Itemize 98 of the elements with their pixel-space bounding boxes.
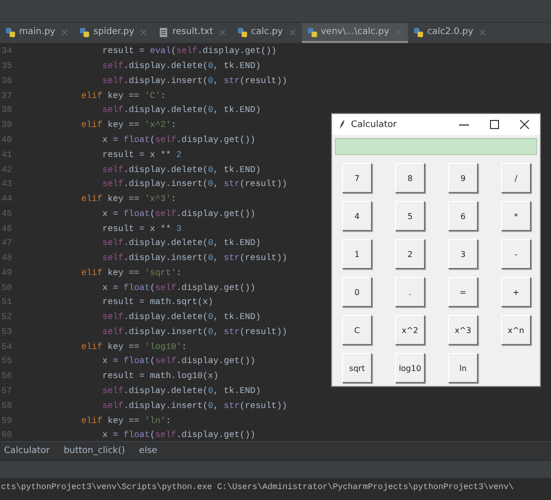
code-line: x = float(self.display.get()) xyxy=(101,282,256,293)
calculator-key[interactable]: 5 xyxy=(395,201,425,231)
calculator-key[interactable]: 9 xyxy=(448,163,478,193)
line-number: 53 xyxy=(1,326,12,337)
line-number: 41 xyxy=(1,150,12,160)
code-line: x = float(self.display.get()) xyxy=(101,356,256,366)
calculator-key[interactable]: - xyxy=(501,239,531,269)
code-line: elif key == 'ln': xyxy=(80,416,171,426)
line-number: 42 xyxy=(1,164,12,174)
code-line: x = float(self.display.get()) xyxy=(101,208,256,219)
feather-icon xyxy=(339,119,346,130)
code-line: result = x ** 3 xyxy=(101,224,182,234)
code-line: elif key == 'x^3': xyxy=(80,194,176,204)
calculator-key[interactable]: ln xyxy=(448,353,478,383)
calculator-key[interactable]: x^3 xyxy=(448,315,478,345)
editor-tab[interactable]: result.txt xyxy=(153,23,232,43)
code-line: self.display.delete(0, tk.END) xyxy=(101,105,261,116)
code-line: x = float(self.display.get()) xyxy=(101,430,256,440)
breadcrumb[interactable]: button_click() xyxy=(64,446,126,456)
line-number: 40 xyxy=(1,134,12,145)
calculator-key[interactable]: sqrt xyxy=(342,353,372,383)
close-icon[interactable] xyxy=(520,120,529,129)
code-line: self.display.delete(0, tk.END) xyxy=(101,312,261,322)
line-number: 54 xyxy=(1,342,12,352)
calculator-key[interactable]: . xyxy=(395,277,425,307)
code-line: self.display.delete(0, tk.END) xyxy=(101,61,261,72)
code-line: self.display.delete(0, tk.END) xyxy=(101,164,261,174)
line-number: 47 xyxy=(1,238,12,248)
python-file-icon xyxy=(413,26,424,38)
code-line: elif key == 'C': xyxy=(80,90,166,101)
line-number: 49 xyxy=(1,268,12,278)
line-number: 39 xyxy=(1,120,12,130)
calculator-key[interactable]: / xyxy=(501,163,531,193)
calculator-key[interactable]: = xyxy=(448,277,478,307)
line-number: 37 xyxy=(1,90,12,101)
python-file-icon xyxy=(306,26,318,38)
code-line: x = float(self.display.get()) xyxy=(101,134,256,145)
breadcrumb[interactable]: Calculator xyxy=(4,446,50,456)
line-number: 52 xyxy=(1,312,12,322)
editor-tab[interactable]: venv\...\calc.py xyxy=(302,23,408,43)
line-number: 36 xyxy=(1,76,12,86)
line-number: 56 xyxy=(1,371,12,382)
line-number: 60 xyxy=(1,430,12,440)
code-line: elif key == 'x^2': xyxy=(80,120,176,130)
display-field[interactable] xyxy=(335,138,537,155)
calculator-key[interactable]: x^n xyxy=(501,315,531,345)
code-line: result = math.log10(x) xyxy=(101,371,218,382)
python-file-icon xyxy=(5,26,16,38)
line-number: 34 xyxy=(1,46,12,56)
editor-tab[interactable]: calc2.0.py xyxy=(408,23,492,43)
maximize-icon[interactable] xyxy=(490,120,499,129)
code-line: elif key == 'sqrt': xyxy=(80,268,182,278)
calculator-key[interactable]: 1 xyxy=(342,239,372,269)
python-file-icon xyxy=(79,26,90,38)
calculator-key[interactable]: 7 xyxy=(342,163,372,193)
code-line: self.display.insert(0, str(result)) xyxy=(101,253,288,264)
line-number: 45 xyxy=(1,208,12,219)
code-line: self.display.insert(0, str(result)) xyxy=(101,179,288,190)
code-line: self.display.delete(0, tk.END) xyxy=(101,386,261,396)
line-number: 38 xyxy=(1,105,12,116)
calculator-key[interactable]: 0 xyxy=(342,277,372,307)
code-line: result = math.sqrt(x) xyxy=(101,297,214,308)
calculator-key[interactable]: 3 xyxy=(448,239,478,269)
code-line: result = eval(self.display.get()) xyxy=(101,46,277,56)
line-number: 51 xyxy=(1,297,12,308)
line-number: 46 xyxy=(1,224,12,234)
code-line: elif key == 'log10': xyxy=(80,342,187,352)
calculator-key[interactable]: 8 xyxy=(395,163,425,193)
line-number: 59 xyxy=(1,416,12,426)
line-number: 43 xyxy=(1,179,12,190)
line-number: 48 xyxy=(1,253,12,264)
editor-tab[interactable]: main.py xyxy=(0,23,74,43)
python-file-icon xyxy=(237,26,248,38)
editor-tab[interactable]: spider.py xyxy=(74,23,154,43)
code-line: result = x ** 2 xyxy=(101,150,182,160)
breadcrumb[interactable]: else xyxy=(139,446,158,456)
calculator-key[interactable]: log10 xyxy=(395,353,425,383)
text-file-icon xyxy=(158,26,170,38)
editor-tab[interactable]: calc.py xyxy=(232,23,302,43)
calculator-key[interactable]: C xyxy=(342,315,372,345)
line-number: 50 xyxy=(1,282,12,293)
console-line: cts\pythonProject3\venv\Scripts\python.exe C:\Users\Administrator\PycharmProjects\pythonProject3\venv\ xyxy=(1,482,514,492)
code-line: self.display.delete(0, tk.END) xyxy=(101,238,261,248)
code-line: self.display.insert(0, str(result)) xyxy=(101,400,288,411)
line-number: 55 xyxy=(1,356,12,366)
calculator-key[interactable]: 6 xyxy=(448,201,478,231)
calculator-key[interactable]: 4 xyxy=(342,201,372,231)
line-number: 35 xyxy=(1,61,12,72)
line-number: 58 xyxy=(1,400,12,411)
calculator-key[interactable]: * xyxy=(501,201,531,231)
code-line: self.display.insert(0, str(result)) xyxy=(101,326,288,337)
line-number: 57 xyxy=(1,386,12,396)
window-title: Calculator xyxy=(351,120,398,130)
code-line: self.display.insert(0, str(result)) xyxy=(101,76,288,86)
calculator-key[interactable]: 2 xyxy=(395,239,425,269)
calculator-key[interactable]: + xyxy=(501,277,531,307)
calculator-key[interactable]: x^2 xyxy=(395,315,425,345)
line-number: 44 xyxy=(1,194,12,204)
